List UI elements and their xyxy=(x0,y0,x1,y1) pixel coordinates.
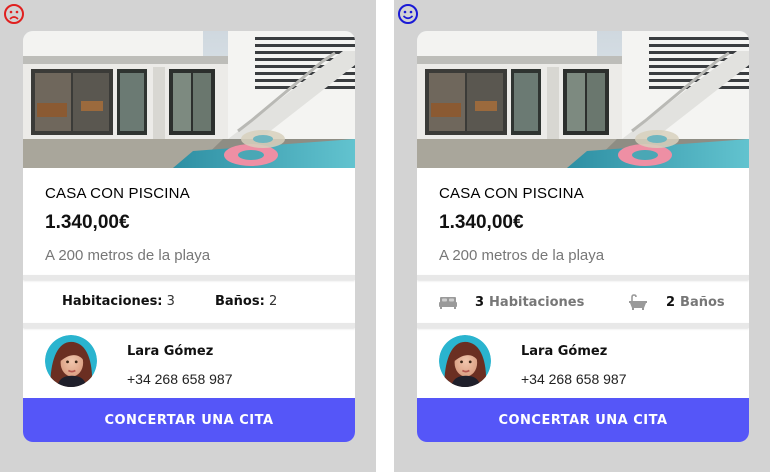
listing-description: A 200 metros de la playa xyxy=(45,247,211,264)
listing-card[interactable]: CASA CON PISCINA 1.340,00€ A 200 metros … xyxy=(23,31,355,442)
baths-value: 2 xyxy=(268,294,278,309)
baths-feature: 2 Baños xyxy=(628,294,725,310)
baths-feature: Baños: 2 xyxy=(215,294,277,309)
sad-face-icon xyxy=(4,4,24,24)
schedule-appointment-button[interactable]: CONCERTAR UNA CITA xyxy=(23,398,355,442)
divider xyxy=(417,323,749,328)
baths-value: 2 xyxy=(666,294,676,310)
house-photo xyxy=(417,31,749,168)
avatar xyxy=(439,335,491,387)
house-photo xyxy=(23,31,355,168)
listing-title: CASA CON PISCINA xyxy=(45,185,190,202)
rooms-feature: Habitaciones: 3 xyxy=(62,294,175,309)
baths-label: Baños xyxy=(680,294,725,310)
listing-title: CASA CON PISCINA xyxy=(439,185,584,202)
listing-card[interactable]: CASA CON PISCINA 1.340,00€ A 200 metros … xyxy=(417,31,749,442)
left-panel: CASA CON PISCINA 1.340,00€ A 200 metros … xyxy=(0,0,376,472)
right-panel: CASA CON PISCINA 1.340,00€ A 200 metros … xyxy=(394,0,770,472)
baths-label: Baños: xyxy=(215,294,265,309)
schedule-appointment-button[interactable]: CONCERTAR UNA CITA xyxy=(417,398,749,442)
rooms-value: 3 xyxy=(166,294,175,309)
divider xyxy=(23,323,355,328)
rooms-label: Habitaciones xyxy=(489,294,585,310)
listing-description: A 200 metros de la playa xyxy=(439,247,605,264)
listing-price: 1.340,00€ xyxy=(45,212,130,233)
happy-face-icon xyxy=(398,4,418,24)
divider xyxy=(417,275,749,280)
rooms-feature: 3 Habitaciones xyxy=(439,294,584,310)
agent-name: Lara Gómez xyxy=(521,344,608,359)
rooms-label: Habitaciones: xyxy=(62,294,163,309)
listing-price: 1.340,00€ xyxy=(439,212,524,233)
agent-name: Lara Gómez xyxy=(127,344,214,359)
avatar xyxy=(45,335,97,387)
divider xyxy=(23,275,355,280)
rooms-value: 3 xyxy=(475,294,485,310)
bathtub-icon xyxy=(629,294,647,310)
agent-phone[interactable]: +34 268 658 987 xyxy=(127,371,233,387)
agent-phone[interactable]: +34 268 658 987 xyxy=(521,371,627,387)
bed-icon xyxy=(439,297,457,309)
